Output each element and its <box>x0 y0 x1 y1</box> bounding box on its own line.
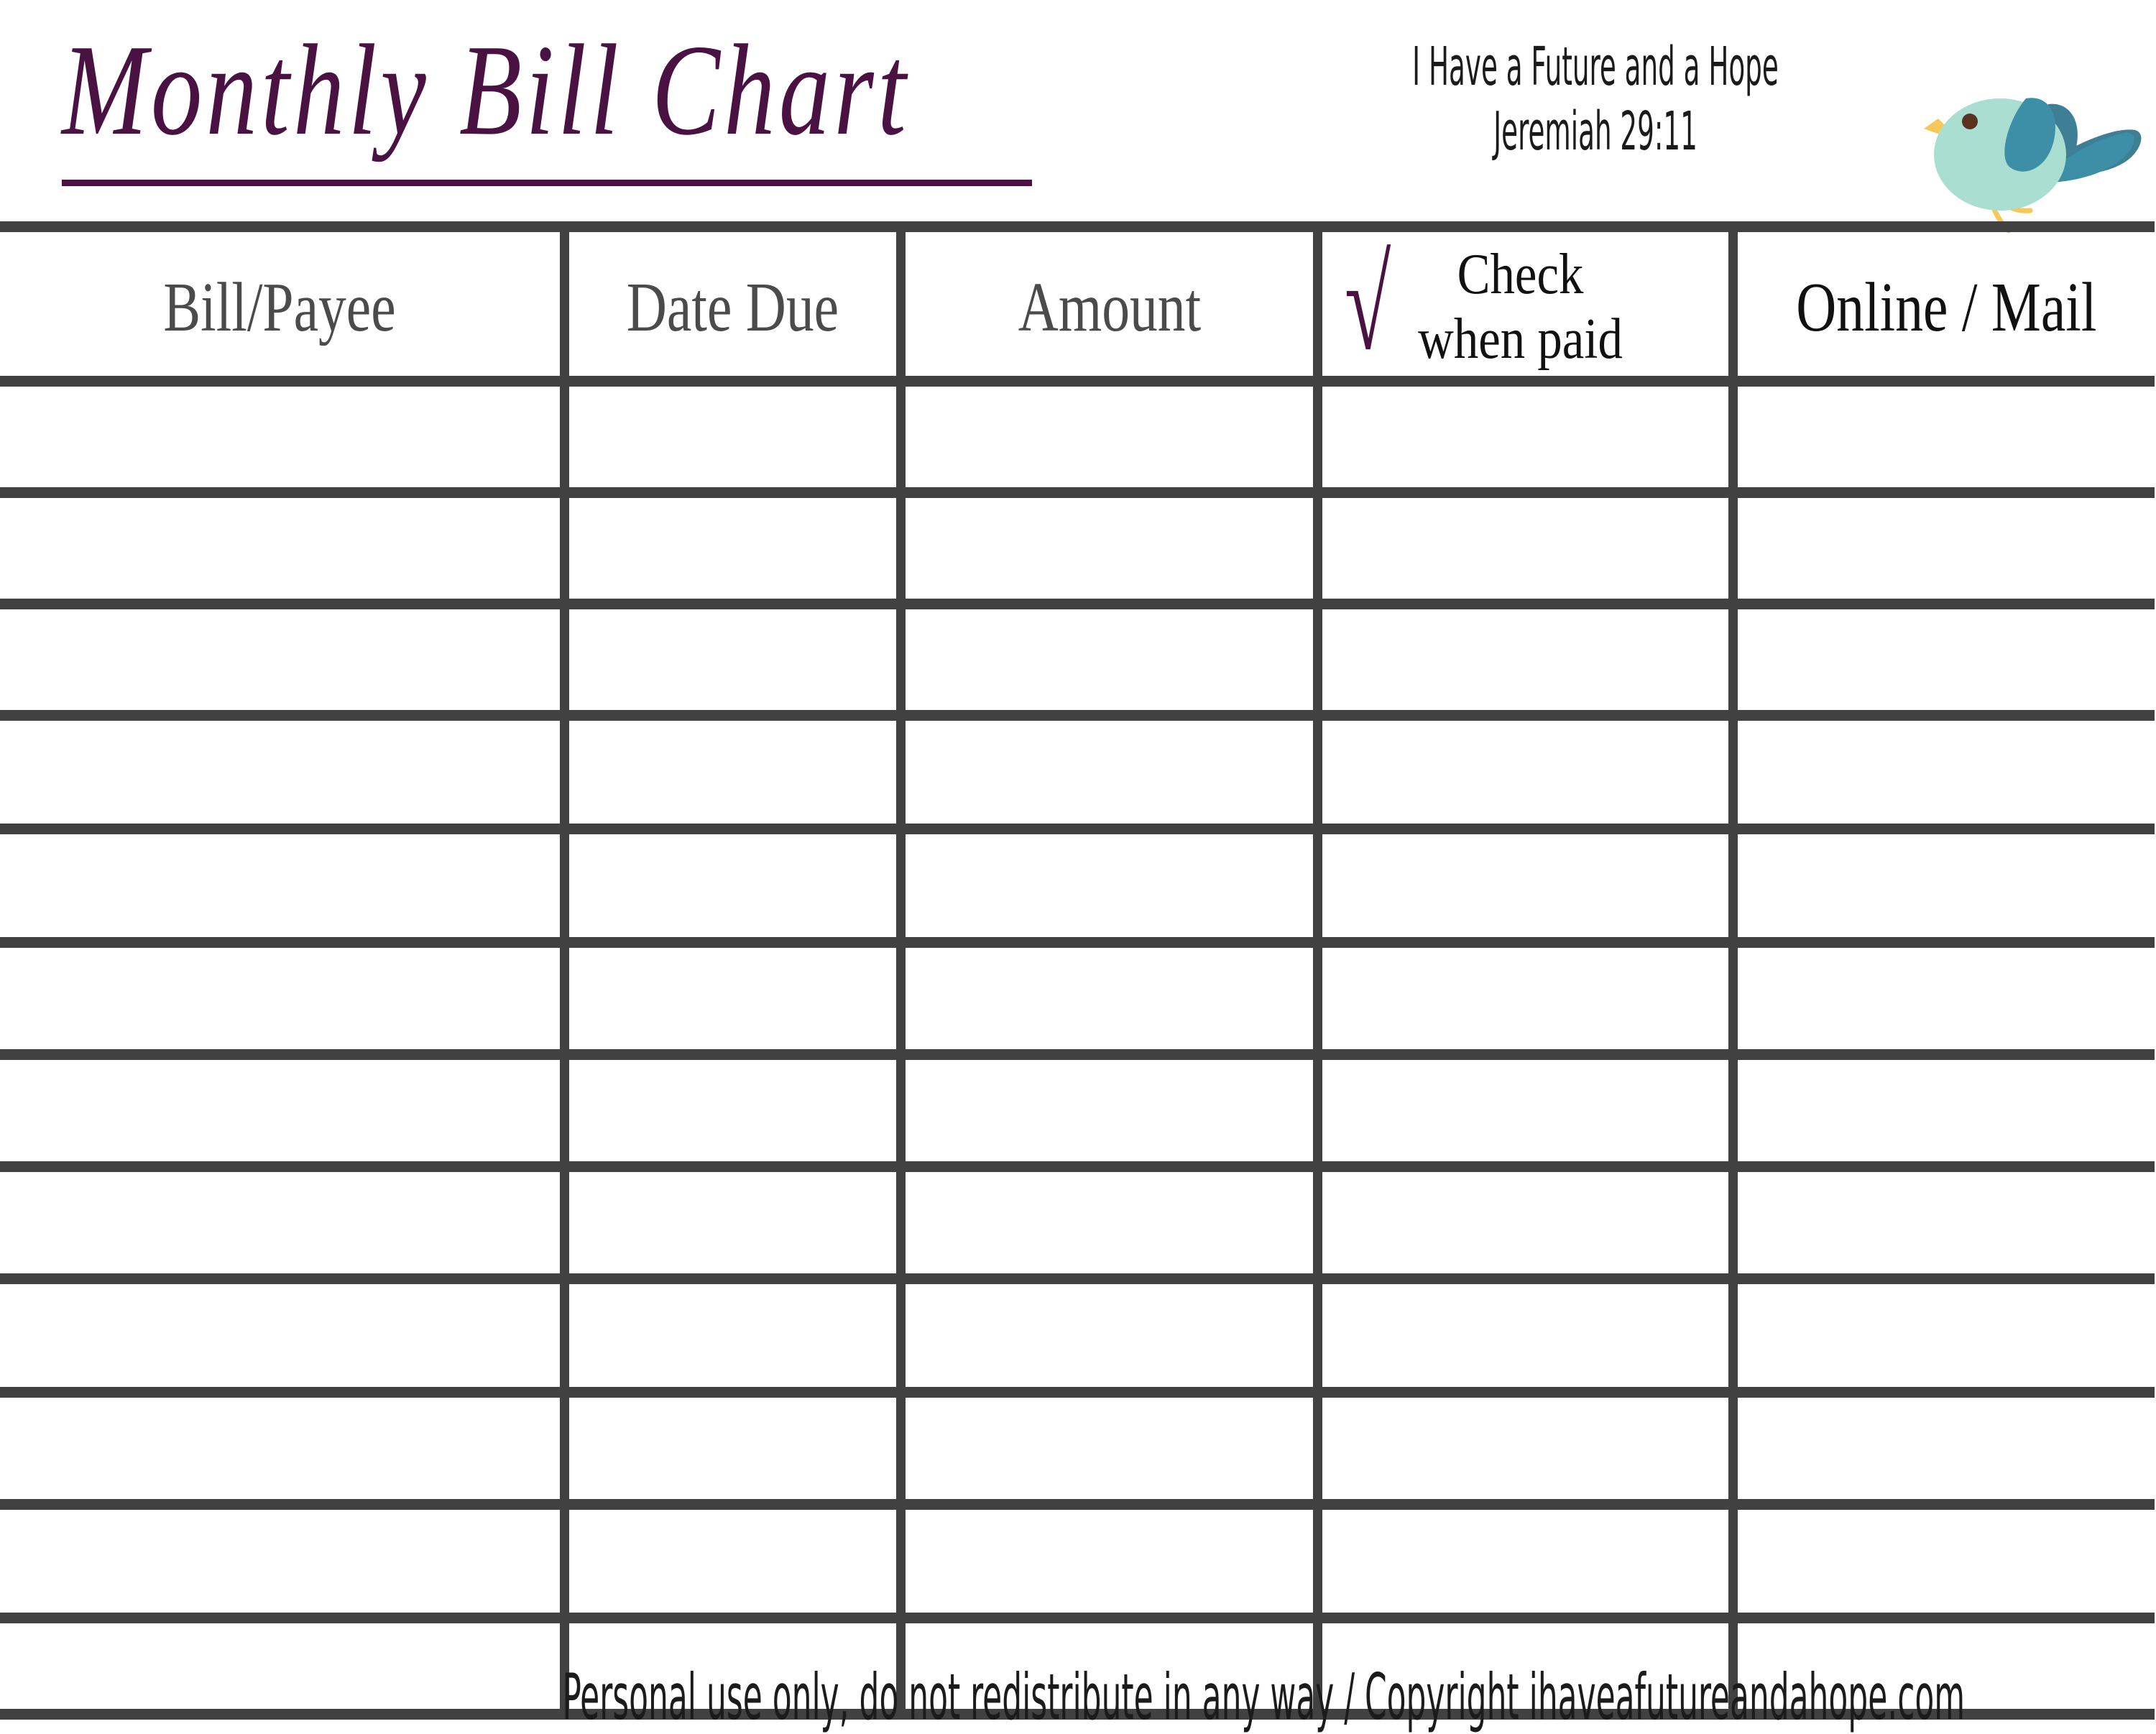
table-cell[interactable] <box>9 1172 560 1273</box>
column-header-date-due: Date Due <box>569 232 896 382</box>
table-cell[interactable] <box>569 498 896 599</box>
table-cell[interactable] <box>1738 609 2155 710</box>
table-cell[interactable] <box>1738 834 2155 937</box>
table-rule-row-3 <box>0 710 2155 721</box>
table-cell[interactable] <box>9 609 560 710</box>
column-divider-2 <box>896 227 906 1715</box>
table-cell[interactable] <box>9 387 560 487</box>
table-cell[interactable] <box>906 834 1313 937</box>
table-cell[interactable] <box>906 948 1313 1049</box>
check-label-line-1: Check <box>1457 242 1584 306</box>
table-cell[interactable] <box>1322 1284 1728 1387</box>
page-header: Monthly Bill Chart I Have a Future and a… <box>0 0 2156 234</box>
table-cell[interactable] <box>9 1398 560 1499</box>
table-cell[interactable] <box>569 1060 896 1161</box>
table-cell[interactable] <box>906 498 1313 599</box>
column-header-online-mail: Online / Mail <box>1738 232 2155 382</box>
table-cell[interactable] <box>1322 1510 1728 1613</box>
footer-note: Personal use only, do not redistribute i… <box>0 1666 2156 1729</box>
table-cell[interactable] <box>906 1060 1313 1161</box>
table-cell[interactable] <box>9 1510 560 1613</box>
table-cell[interactable] <box>569 948 896 1049</box>
table-rule-row-8 <box>0 1273 2155 1284</box>
table-cell[interactable] <box>1322 498 1728 599</box>
title-underline <box>62 180 1032 186</box>
table-cell[interactable] <box>1322 609 1728 710</box>
column-header-bill-payee: Bill/Payee <box>0 232 560 382</box>
table-rule-row-4 <box>0 824 2155 834</box>
column-divider-3 <box>1313 227 1322 1715</box>
table-cell[interactable] <box>906 609 1313 710</box>
column-header-label: Date Due <box>626 269 839 346</box>
table-cell[interactable] <box>1738 1172 2155 1273</box>
table-cell[interactable] <box>569 834 896 937</box>
table-cell[interactable] <box>906 1172 1313 1273</box>
table-cell[interactable] <box>9 721 560 824</box>
column-header-label: Online / Mail <box>1795 269 2097 346</box>
table-cell[interactable] <box>1322 1060 1728 1161</box>
table-rule-row-7 <box>0 1161 2155 1172</box>
table-cell[interactable] <box>569 609 896 710</box>
table-cell[interactable] <box>1322 1172 1728 1273</box>
table-cell[interactable] <box>569 721 896 824</box>
table-rule-row-2 <box>0 599 2155 609</box>
page-title: Monthly Bill Chart <box>62 18 911 163</box>
tagline-block: I Have a Future and a Hope Jeremiah 29:1… <box>1207 34 1984 165</box>
table-rule-row-5 <box>0 937 2155 948</box>
table-rule-row-9 <box>0 1387 2155 1398</box>
table-cell[interactable] <box>1322 1398 1728 1499</box>
column-header-label: Bill/Payee <box>163 269 397 346</box>
table-cell[interactable] <box>1322 387 1728 487</box>
tagline-line-1: I Have a Future and a Hope <box>1412 36 1779 98</box>
page-title-wrap: Monthly Bill Chart <box>62 25 1082 186</box>
table-cell[interactable] <box>906 1398 1313 1499</box>
table-cell[interactable] <box>906 1284 1313 1387</box>
table-cell[interactable] <box>1738 1398 2155 1499</box>
table-cell[interactable] <box>1738 948 2155 1049</box>
table-cell[interactable] <box>9 948 560 1049</box>
table-cell[interactable] <box>906 1510 1313 1613</box>
table-cell[interactable] <box>9 1060 560 1161</box>
table-cell[interactable] <box>1322 721 1728 824</box>
table-rule-row-1 <box>0 487 2155 498</box>
table-cell[interactable] <box>1322 834 1728 937</box>
column-divider-4 <box>1728 227 1738 1715</box>
column-divider-1 <box>560 227 569 1715</box>
table-rule-top <box>0 221 2155 232</box>
table-cell[interactable] <box>9 834 560 937</box>
bill-chart-table: Bill/Payee Date Due Amount √ Check when … <box>0 221 2156 1720</box>
table-cell[interactable] <box>569 1398 896 1499</box>
bird-icon <box>1924 98 2142 234</box>
table-cell[interactable] <box>906 387 1313 487</box>
table-cell[interactable] <box>569 1284 896 1387</box>
checkmark-icon: √ <box>1345 231 1391 378</box>
table-cell[interactable] <box>569 387 896 487</box>
column-header-label: Check when paid <box>1418 243 1623 372</box>
table-rule-row-10 <box>0 1499 2155 1510</box>
footer-note-text: Personal use only, do not redistribute i… <box>562 1660 1966 1734</box>
column-header-amount: Amount <box>906 232 1313 382</box>
column-header-check-when-paid: √ Check when paid <box>1322 232 1744 382</box>
table-cell[interactable] <box>569 1172 896 1273</box>
table-cell[interactable] <box>1738 721 2155 824</box>
table-cell[interactable] <box>1738 1284 2155 1387</box>
table-cell[interactable] <box>1738 387 2155 487</box>
table-cell[interactable] <box>1738 498 2155 599</box>
check-label-line-2: when paid <box>1418 307 1623 371</box>
table-cell[interactable] <box>9 498 560 599</box>
table-cell[interactable] <box>1738 1060 2155 1161</box>
table-rule-row-6 <box>0 1049 2155 1060</box>
table-cell[interactable] <box>906 721 1313 824</box>
table-cell[interactable] <box>569 1510 896 1613</box>
table-cell[interactable] <box>1738 1510 2155 1613</box>
table-rule-row-11 <box>0 1613 2155 1623</box>
tagline-line-2: Jeremiah 29:11 <box>1493 101 1697 163</box>
table-cell[interactable] <box>9 1284 560 1387</box>
column-header-label: Amount <box>1018 269 1201 346</box>
table-cell[interactable] <box>1322 948 1728 1049</box>
